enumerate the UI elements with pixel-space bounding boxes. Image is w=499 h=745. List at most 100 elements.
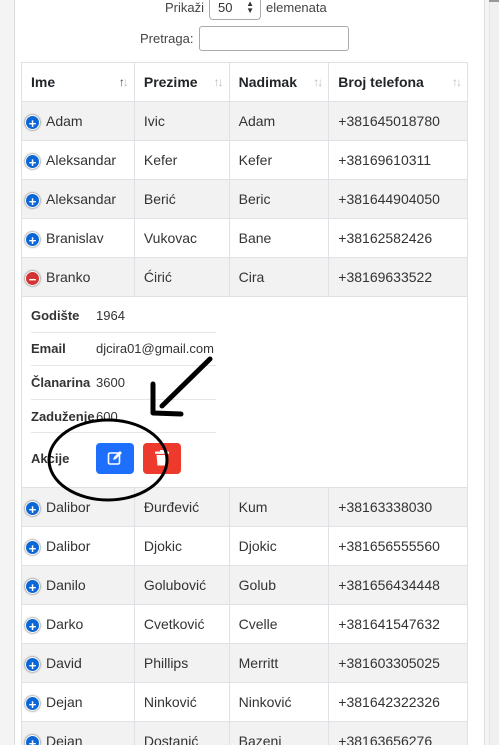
header-ime[interactable]: Ime ↑↓ xyxy=(21,62,135,102)
window-edge xyxy=(489,0,499,2)
cell-prezime: Djokic xyxy=(133,526,230,566)
cell-telefon: +381603305025 xyxy=(328,643,468,683)
table-row-expanded[interactable]: − Branko Ćirić Cira +38169633522 xyxy=(21,257,468,297)
table-row[interactable]: + Branislav Vukovac Bane +38162582426 xyxy=(21,218,468,258)
cell-prezime: Kefer xyxy=(133,140,230,180)
plus-circle-icon[interactable]: + xyxy=(25,617,40,634)
plus-circle-icon[interactable]: + xyxy=(25,153,40,170)
scrollbar[interactable] xyxy=(489,0,499,745)
cell-nadimak: Bane xyxy=(228,218,330,258)
cell-nadimak: Bazeni xyxy=(228,721,330,745)
cell-ime[interactable]: − Branko xyxy=(21,257,135,297)
table-row[interactable]: + Danilo Golubović Golub +381656434448 xyxy=(21,565,468,605)
search-input[interactable] xyxy=(199,26,350,51)
cell-telefon: +381642322326 xyxy=(328,682,468,722)
page-length-select[interactable]: 50 ▲ ▼ xyxy=(209,0,262,20)
detail-clanarina: Članarina 3600 xyxy=(31,366,216,400)
search-control: Pretraga: xyxy=(140,26,350,51)
search-label: Pretraga: xyxy=(140,31,194,46)
detail-email: Email djcira01@gmail.com xyxy=(31,333,216,367)
cell-nadimak: Kefer xyxy=(228,140,330,180)
plus-circle-icon[interactable]: + xyxy=(25,192,40,209)
detail-value: 1964 xyxy=(96,307,125,323)
detail-value: 3600 xyxy=(96,374,125,390)
cell-telefon: +381656434448 xyxy=(328,565,468,605)
cell-ime[interactable]: + Dejan xyxy=(21,721,135,745)
plus-circle-icon[interactable]: + xyxy=(25,500,40,517)
cell-prezime: Golubović xyxy=(133,565,230,605)
cell-ime[interactable]: + Dejan xyxy=(21,682,135,722)
cell-nadimak: Kum xyxy=(228,487,330,527)
cell-prezime: Ninković xyxy=(133,682,230,722)
sort-asc-icon: ↑↓ xyxy=(118,75,129,89)
trash-icon xyxy=(154,450,169,466)
cell-ime[interactable]: + Aleksandar xyxy=(21,179,135,219)
detail-label: Email xyxy=(31,341,66,357)
table-row[interactable]: + Adam Ivic Adam +381645018780 xyxy=(21,101,468,141)
cell-prezime: Cvetković xyxy=(133,604,230,644)
cell-nadimak: Golub xyxy=(228,565,330,605)
sort-icon: ↑↓ xyxy=(213,75,224,89)
detail-value: djcira01@gmail.com xyxy=(96,341,214,357)
cell-telefon: +38163656276 xyxy=(328,721,468,745)
plus-circle-icon[interactable]: + xyxy=(25,695,40,712)
plus-circle-icon[interactable]: + xyxy=(25,539,40,556)
plus-circle-icon[interactable]: + xyxy=(25,231,40,248)
table-row[interactable]: + Dejan Dostanić Bazeni +38163656276 xyxy=(21,721,468,745)
minus-circle-icon[interactable]: − xyxy=(25,270,40,287)
cell-prezime: Phillips xyxy=(133,643,230,683)
cell-nadimak: Ninković xyxy=(228,682,330,722)
edit-icon xyxy=(107,451,122,466)
table-row[interactable]: + Darko Cvetković Cvelle +381641547632 xyxy=(21,604,468,644)
plus-circle-icon[interactable]: + xyxy=(25,578,40,595)
cell-nadimak: Cvelle xyxy=(228,604,330,644)
detail-label: Zaduženje xyxy=(31,408,95,424)
length-suffix: elemenata xyxy=(266,0,327,15)
detail-label: Članarina xyxy=(31,374,91,390)
cell-ime[interactable]: + Aleksandar xyxy=(21,140,135,180)
cell-nadimak: Adam xyxy=(228,101,330,141)
cell-ime[interactable]: + David xyxy=(21,643,135,683)
table-row[interactable]: + David Phillips Merritt +381603305025 xyxy=(21,643,468,683)
cell-ime[interactable]: + Darko xyxy=(21,604,135,644)
members-table: Ime ↑↓ Prezime ↑↓ Nadimak ↑↓ Broj telefona ↑… xyxy=(21,62,468,745)
edit-button[interactable] xyxy=(96,442,134,474)
cell-ime[interactable]: + Danilo xyxy=(21,565,135,605)
cell-ime[interactable]: + Dalibor xyxy=(21,526,135,566)
cell-ime[interactable]: + Branislav xyxy=(21,218,135,258)
table-row[interactable]: + Dejan Ninković Ninković +381642322326 xyxy=(21,682,468,722)
plus-circle-icon[interactable]: + xyxy=(25,114,40,131)
row-details-cell: Godište 1964 Email djcira01@gmail.com Čl… xyxy=(21,296,468,488)
cell-prezime: Đurđević xyxy=(133,487,230,527)
header-nadimak[interactable]: Nadimak ↑↓ xyxy=(228,62,330,102)
header-broj-telefona[interactable]: Broj telefona ↑↓ xyxy=(328,62,468,102)
delete-button[interactable] xyxy=(142,442,181,474)
details-list: Godište 1964 Email djcira01@gmail.com Čl… xyxy=(31,299,216,483)
cell-telefon: +381645018780 xyxy=(328,101,468,141)
detail-akcije: Akcije xyxy=(31,433,216,483)
cell-telefon: +38169610311 xyxy=(328,140,468,180)
sort-icon: ↑↓ xyxy=(313,75,323,89)
cell-telefon: +381644904050 xyxy=(328,179,468,219)
cell-prezime: Vukovac xyxy=(133,218,230,258)
cell-ime[interactable]: + Dalibor xyxy=(21,487,135,527)
detail-godiste: Godište 1964 xyxy=(31,299,216,333)
header-prezime[interactable]: Prezime ↑↓ xyxy=(133,62,230,102)
table-row[interactable]: + Aleksandar Berić Beric +381644904050 xyxy=(21,179,468,219)
cell-ime[interactable]: + Adam xyxy=(21,101,135,141)
cell-prezime: Dostanić xyxy=(133,721,230,745)
table-header-row: Ime ↑↓ Prezime ↑↓ Nadimak ↑↓ Broj telefona ↑… xyxy=(21,62,468,102)
table-row[interactable]: + Dalibor Đurđević Kum +38163338030 xyxy=(21,487,468,527)
cell-prezime: Berić xyxy=(133,179,230,219)
table-row[interactable]: + Aleksandar Kefer Kefer +38169610311 xyxy=(21,140,468,180)
action-buttons xyxy=(96,442,186,474)
detail-value: 600 xyxy=(96,408,118,424)
detail-label: Akcije xyxy=(31,450,70,466)
plus-circle-icon[interactable]: + xyxy=(25,656,40,673)
cell-nadimak: Djokic xyxy=(228,526,330,566)
table-row[interactable]: + Dalibor Djokic Djokic +381656555560 xyxy=(21,526,468,566)
plus-circle-icon[interactable]: + xyxy=(25,734,40,745)
cell-telefon: +38162582426 xyxy=(328,218,468,258)
detail-label: Godište xyxy=(31,307,80,323)
cell-nadimak: Cira xyxy=(228,257,330,297)
